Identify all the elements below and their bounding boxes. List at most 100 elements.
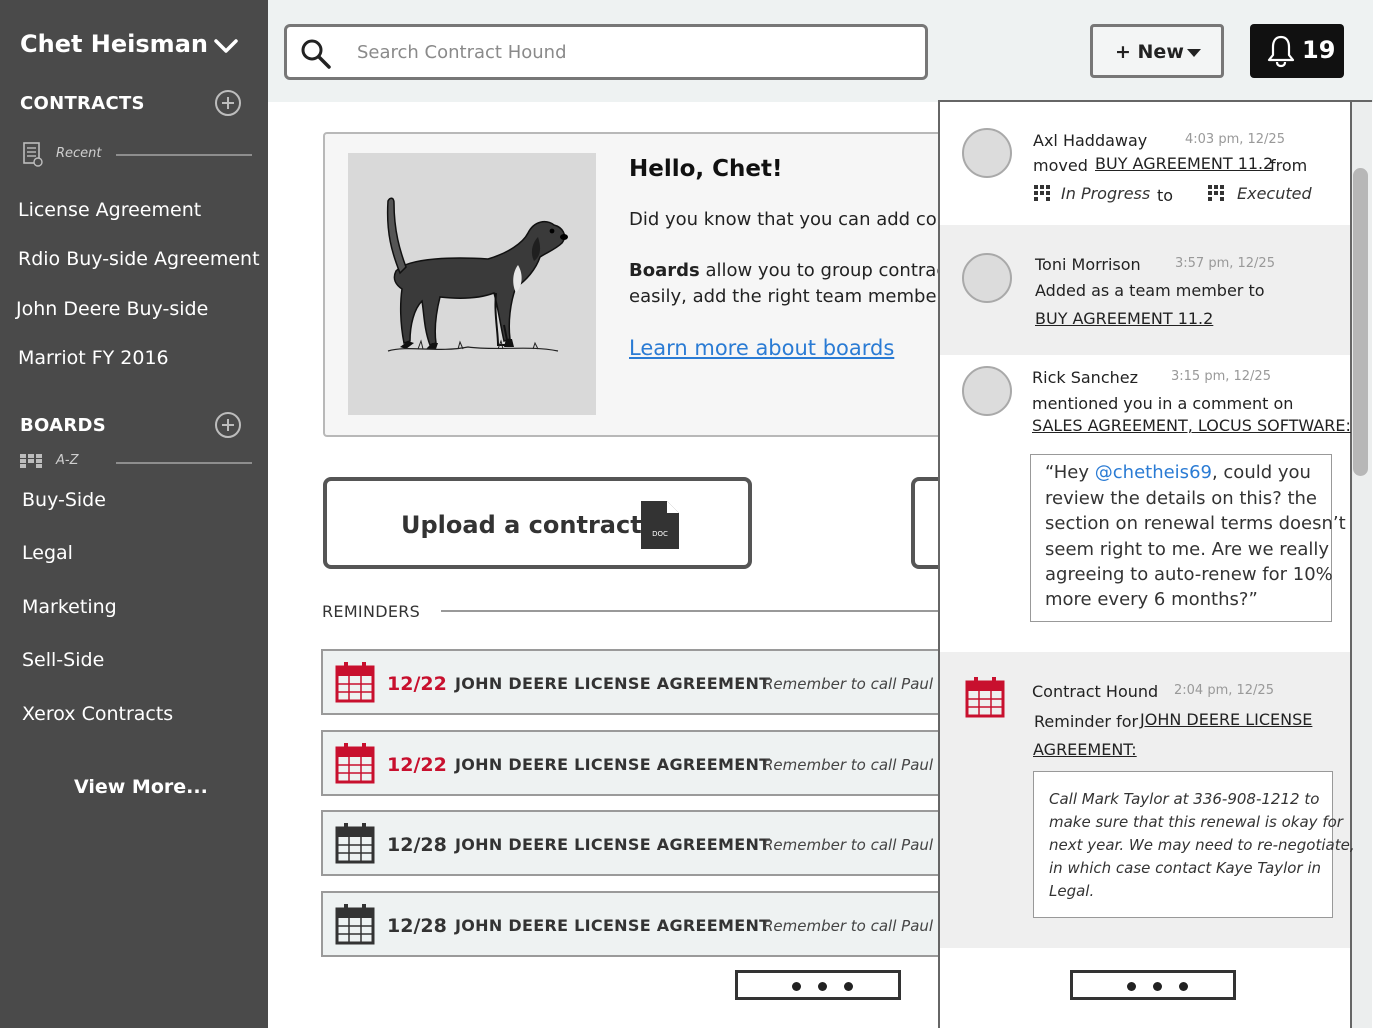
beagle-image [386, 197, 568, 352]
quote-line: section on renewal terms doesn’t [1045, 513, 1346, 534]
notification-time: 4:03 pm, 12/25 [1185, 132, 1285, 147]
reminder-row[interactable]: 12/28 JOHN DEERE LICENSE AGREEMENT Remembe… [321, 810, 961, 876]
sidebar-contract-rdio[interactable]: Rdio Buy-side Agreement [18, 248, 260, 270]
user-name[interactable]: Chet Heisman [20, 30, 208, 58]
calendar-icon [335, 904, 375, 945]
contract-link[interactable]: BUY AGREEMENT 11.2 [1035, 309, 1213, 328]
contracts-sort-label: Recent [56, 146, 102, 161]
sidebar-contract-license-agreement[interactable]: License Agreement [18, 199, 201, 221]
notification-author: Rick Sanchez [1032, 368, 1138, 387]
document-icon: DOC [641, 501, 679, 549]
notifications-button[interactable]: 19 [1250, 24, 1344, 78]
upload-contract-label: Upload a contract [401, 511, 642, 539]
sidebar-board-xerox[interactable]: Xerox Contracts [22, 703, 173, 725]
board-icon [1034, 185, 1050, 201]
reminder-date: 12/28 [387, 915, 447, 937]
welcome-line-1: Did you know that you can add con [629, 209, 949, 230]
notification-count: 19 [1302, 36, 1336, 64]
sidebar-contract-john-deere[interactable]: John Deere Buy-side [16, 298, 208, 320]
reminder-contract-name[interactable]: JOHN DEERE LICENSE AGREEMENT [455, 916, 770, 935]
contract-link[interactable]: AGREEMENT: [1033, 740, 1137, 759]
sidebar-board-legal[interactable]: Legal [22, 542, 73, 564]
notification-author: Axl Haddaway [1033, 131, 1148, 150]
note-line: next year. We may need to re-negotiate, [1049, 836, 1355, 854]
user-mention[interactable]: @chetheis69 [1095, 462, 1212, 483]
notification-from: from [1270, 156, 1308, 175]
reminder-contract-name[interactable]: JOHN DEERE LICENSE AGREEMENT [455, 835, 770, 854]
quote-start: “Hey [1045, 462, 1095, 483]
sidebar-board-marketing[interactable]: Marketing [22, 596, 117, 618]
welcome-title: Hello, Chet! [629, 156, 783, 182]
reminder-row[interactable]: 12/28 JOHN DEERE LICENSE AGREEMENT Remembe… [321, 891, 961, 957]
more-reminders-button[interactable] [735, 970, 901, 1000]
notification-author: Toni Morrison [1035, 255, 1141, 274]
new-button[interactable]: + New [1090, 24, 1224, 78]
add-board-icon[interactable] [214, 411, 242, 439]
dog-illustration [348, 153, 596, 415]
note-line: make sure that this renewal is okay for [1049, 813, 1343, 831]
notification-author: Contract Hound [1032, 682, 1159, 701]
reminder-contract-name[interactable]: JOHN DEERE LICENSE AGREEMENT [455, 755, 770, 774]
quote-line: seem right to me. Are we really [1045, 539, 1330, 560]
sidebar: Chet Heisman CONTRACTS Recent License Ag… [0, 0, 268, 1028]
view-more-link[interactable]: View More... [74, 776, 208, 798]
new-button-label: + New [1115, 41, 1184, 63]
dot [1127, 982, 1136, 991]
reminder-row[interactable]: 12/22 JOHN DEERE LICENSE AGREEMENT Remembe… [321, 649, 961, 715]
sidebar-board-sell-side[interactable]: Sell-Side [22, 649, 104, 671]
search-icon [301, 39, 331, 69]
note-line: Legal. [1049, 882, 1095, 900]
search-input[interactable] [357, 37, 917, 67]
boards-sort-row[interactable]: A-Z [20, 450, 252, 474]
more-notifications-button[interactable] [1070, 970, 1236, 1000]
welcome-line-3: easily, add the right team members [629, 286, 954, 307]
boards-bold-text: Boards [629, 260, 700, 281]
dot [818, 982, 827, 991]
boards-section-title: BOARDS [20, 415, 107, 436]
dot [844, 982, 853, 991]
status-from: In Progress [1061, 184, 1151, 203]
divider [441, 610, 941, 612]
caret-down-icon [1187, 49, 1201, 57]
add-contract-icon[interactable] [214, 89, 242, 117]
quote-line: agreeing to auto-renew for 10% [1045, 564, 1333, 585]
reminder-date: 12/22 [387, 673, 447, 695]
dot [1179, 982, 1188, 991]
notification-verb: moved [1033, 156, 1088, 175]
avatar [962, 366, 1012, 416]
reminder-row[interactable]: 12/22 JOHN DEERE LICENSE AGREEMENT Remembe… [321, 730, 961, 796]
upload-contract-button[interactable]: Upload a contract DOC [323, 477, 752, 569]
learn-more-link[interactable]: Learn more about boards [629, 336, 894, 360]
quote-line: more every 6 months?” [1045, 589, 1258, 610]
reminders-title: REMINDERS [322, 602, 421, 621]
status-to: Executed [1237, 184, 1312, 203]
notification-time: 3:57 pm, 12/25 [1175, 256, 1275, 271]
dot [1153, 982, 1162, 991]
chevron-down-icon[interactable] [212, 32, 240, 60]
quote-line: review the details on this? the [1045, 488, 1318, 509]
notification-text: Reminder for [1034, 712, 1139, 731]
welcome-line-2-rest: allow you to group contract [699, 260, 954, 281]
welcome-line-2: Boards allow you to group contract [629, 260, 953, 281]
avatar [962, 253, 1012, 303]
sidebar-contract-marriot[interactable]: Marriot FY 2016 [18, 347, 169, 369]
sidebar-board-buy-side[interactable]: Buy-Side [22, 489, 106, 511]
document-list-icon [23, 142, 43, 167]
reminder-date: 12/22 [387, 754, 447, 776]
contracts-sort-row[interactable]: Recent [20, 142, 252, 167]
board-icon [1208, 185, 1224, 201]
bell-icon [1267, 35, 1295, 68]
search-bar[interactable] [284, 24, 928, 80]
notification-time: 2:04 pm, 12/25 [1174, 683, 1274, 698]
reminder-contract-name[interactable]: JOHN DEERE LICENSE AGREEMENT [455, 674, 770, 693]
notification-to: to [1157, 186, 1174, 205]
contract-link[interactable]: JOHN DEERE LICENSE [1140, 710, 1312, 729]
reminder-note: Remember to call Paul W [763, 675, 953, 693]
reminder-note: Remember to call Paul W [763, 836, 953, 854]
doc-tag-text: DOC [652, 530, 668, 538]
contract-link[interactable]: BUY AGREEMENT 11.2 [1095, 154, 1273, 173]
calendar-icon [335, 823, 375, 864]
scrollbar-thumb[interactable] [1353, 168, 1368, 476]
contract-link[interactable]: SALES AGREEMENT, LOCUS SOFTWARE: [1032, 416, 1351, 435]
reminder-date: 12/28 [387, 834, 447, 856]
